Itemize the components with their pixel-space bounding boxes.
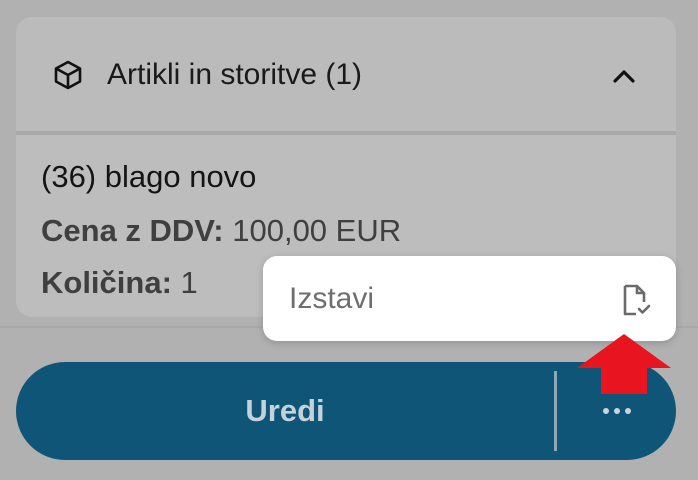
item-quantity: Količina: 1 xyxy=(41,263,198,303)
issue-menu-item[interactable]: Izstavi xyxy=(263,256,676,341)
item-price: Cena z DDV: 100,00 EUR xyxy=(41,211,401,251)
edit-button[interactable]: Uredi xyxy=(16,362,554,460)
quantity-value: 1 xyxy=(180,265,198,300)
more-horizontal-icon xyxy=(602,408,631,414)
price-value: 100,00 EUR xyxy=(232,213,402,248)
card-header[interactable]: Artikli in storitve (1) xyxy=(16,17,676,131)
card-divider xyxy=(16,131,676,135)
arrow-up-icon xyxy=(577,334,671,394)
price-label: Cena z DDV: xyxy=(41,213,224,248)
box-icon xyxy=(54,60,82,90)
issue-label: Izstavi xyxy=(289,282,375,315)
card-title: Artikli in storitve (1) xyxy=(107,58,363,91)
item-name: (36) blago novo xyxy=(41,159,257,194)
document-check-icon xyxy=(623,284,651,316)
quantity-label: Količina: xyxy=(41,265,172,300)
chevron-up-icon[interactable] xyxy=(610,65,638,87)
